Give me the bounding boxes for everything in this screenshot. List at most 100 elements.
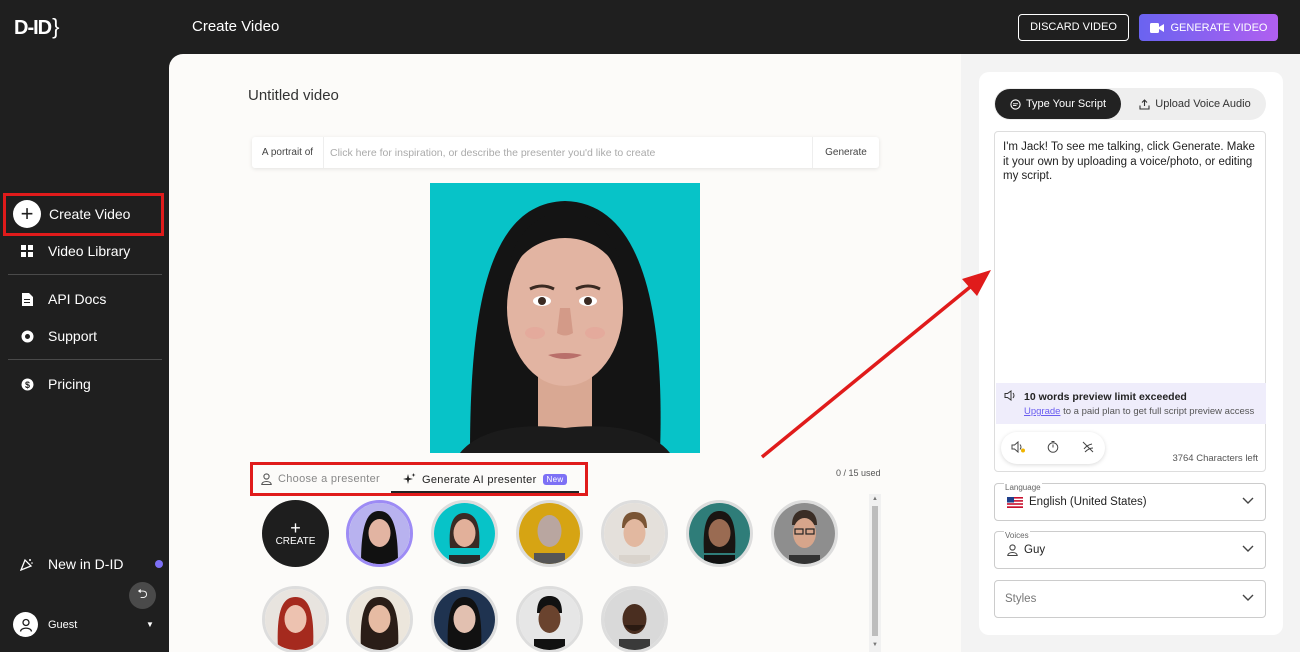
tab-type-your-script[interactable]: Type Your Script bbox=[995, 89, 1121, 119]
sidebar-item-api-docs[interactable]: API Docs bbox=[20, 291, 106, 307]
sidebar-item-label: Support bbox=[48, 328, 98, 344]
sidebar-item-create-video[interactable]: + Create Video bbox=[13, 200, 130, 228]
voice-label: Guy bbox=[1024, 544, 1046, 556]
video-title[interactable]: Untitled video bbox=[248, 87, 339, 104]
presenters-used-count: 0 / 15 used bbox=[836, 468, 881, 478]
language-label: English (United States) bbox=[1029, 496, 1147, 508]
user-avatar-icon bbox=[13, 612, 38, 637]
chat-bubble-icon bbox=[1010, 98, 1021, 110]
tab-label: Generate AI presenter bbox=[422, 473, 537, 486]
script-text[interactable]: I'm Jack! To see me talking, click Gener… bbox=[1003, 140, 1261, 184]
presenter-avatar[interactable] bbox=[431, 500, 498, 567]
presenter-avatar[interactable] bbox=[601, 586, 668, 652]
document-icon bbox=[20, 292, 34, 306]
plus-circle-icon: + bbox=[13, 200, 41, 228]
chevron-down-icon bbox=[1242, 594, 1254, 601]
sidebar-item-label: Video Library bbox=[48, 243, 131, 259]
share-icon[interactable]: ⮌ bbox=[129, 582, 156, 609]
characters-left: 3764 Characters left bbox=[1172, 453, 1258, 464]
new-indicator-dot bbox=[155, 560, 164, 568]
sparkle-icon bbox=[403, 473, 416, 484]
user-name: Guest bbox=[48, 618, 78, 631]
preview-limit-notice: 10 words preview limit exceeded Upgrade … bbox=[996, 383, 1266, 424]
person-icon bbox=[1007, 544, 1018, 556]
person-icon bbox=[261, 473, 272, 485]
presenter-avatar[interactable] bbox=[516, 586, 583, 652]
limit-description-text: to a paid plan to get full script previe… bbox=[1060, 406, 1255, 417]
pause-timer-icon[interactable] bbox=[1042, 440, 1064, 456]
scroll-up-icon[interactable]: ▲ bbox=[872, 496, 878, 502]
active-tab-underline bbox=[391, 491, 579, 493]
sidebar-item-label: Pricing bbox=[48, 376, 91, 392]
script-tools bbox=[1001, 432, 1105, 464]
sidebar-item-new-in-d-id[interactable]: New in D-ID bbox=[20, 556, 164, 572]
page-title: Create Video bbox=[192, 18, 280, 35]
us-flag-icon bbox=[1007, 496, 1023, 508]
script-textarea[interactable]: I'm Jack! To see me talking, click Gener… bbox=[994, 131, 1266, 472]
tab-generate-ai-presenter[interactable]: Generate AI presenter New bbox=[403, 473, 568, 486]
sidebar-item-video-library[interactable]: Video Library bbox=[20, 243, 130, 259]
dropdown-label: Language bbox=[1004, 483, 1042, 492]
sidebar-item-label: API Docs bbox=[48, 291, 107, 307]
styles-dropdown[interactable]: Styles bbox=[994, 580, 1266, 618]
generate-video-button[interactable]: GENERATE VIDEO bbox=[1139, 14, 1278, 41]
voices-dropdown[interactable]: Voices Guy bbox=[994, 531, 1266, 569]
sidebar-item-support[interactable]: Support bbox=[20, 328, 97, 344]
presenter-description-input[interactable] bbox=[324, 137, 812, 168]
new-badge: New bbox=[542, 474, 568, 485]
dropdown-label: Voices bbox=[1004, 531, 1030, 540]
discard-video-button[interactable]: DISCARD VIDEO bbox=[1018, 14, 1129, 41]
presenter-list-scrollbar[interactable]: ▲ ▼ bbox=[869, 494, 881, 652]
voice-value: Guy bbox=[1007, 544, 1045, 556]
chevron-down-icon bbox=[1242, 545, 1254, 552]
presenter-avatar[interactable] bbox=[516, 500, 583, 567]
presenter-portrait bbox=[430, 183, 700, 453]
d-id-logo[interactable]: D-ID} bbox=[14, 14, 60, 40]
presenter-avatar[interactable] bbox=[431, 586, 498, 652]
upload-icon bbox=[1139, 98, 1150, 110]
scrollbar-thumb[interactable] bbox=[872, 506, 878, 636]
prompt-prefix-label: A portrait of bbox=[252, 137, 324, 168]
lifebuoy-icon bbox=[20, 329, 34, 343]
dollar-icon: $ bbox=[20, 377, 34, 391]
voice-preview-icon[interactable] bbox=[1007, 440, 1029, 456]
presenter-prompt-bar: A portrait of Generate bbox=[252, 137, 879, 168]
chevron-down-icon bbox=[1242, 497, 1254, 504]
top-bar: D-ID} Create Video DISCARD VIDEO GENERAT… bbox=[0, 0, 1300, 54]
scroll-down-icon[interactable]: ▼ bbox=[872, 642, 878, 648]
presenter-avatar[interactable] bbox=[346, 500, 413, 567]
sidebar-item-label: New in D-ID bbox=[48, 556, 124, 572]
create-presenter-button[interactable]: + CREATE bbox=[262, 500, 329, 567]
generate-video-label: GENERATE VIDEO bbox=[1170, 21, 1268, 34]
tab-label: Choose a presenter bbox=[278, 473, 381, 485]
limit-title: 10 words preview limit exceeded bbox=[1024, 391, 1187, 403]
presenter-avatar[interactable] bbox=[601, 500, 668, 567]
presenter-avatar[interactable] bbox=[262, 586, 329, 652]
emotion-icon[interactable] bbox=[1077, 441, 1099, 456]
svg-text:$: $ bbox=[24, 380, 29, 390]
speaker-icon bbox=[1004, 390, 1017, 404]
grid-icon bbox=[20, 244, 34, 258]
presenter-avatar[interactable] bbox=[771, 500, 838, 567]
language-value: English (United States) bbox=[1007, 496, 1147, 508]
sidebar-divider bbox=[8, 274, 162, 275]
caret-down-icon[interactable]: ▼ bbox=[146, 620, 154, 629]
upgrade-link[interactable]: Upgrade bbox=[1024, 406, 1060, 417]
create-label: CREATE bbox=[275, 536, 316, 547]
language-dropdown[interactable]: Language English (United States) bbox=[994, 483, 1266, 521]
tab-label: Upload Voice Audio bbox=[1155, 98, 1251, 110]
sidebar-item-pricing[interactable]: $ Pricing bbox=[20, 376, 91, 392]
tab-upload-voice-audio[interactable]: Upload Voice Audio bbox=[1130, 89, 1260, 119]
user-menu[interactable]: Guest bbox=[13, 612, 77, 637]
presenter-avatar[interactable] bbox=[346, 586, 413, 652]
styles-placeholder: Styles bbox=[1005, 593, 1037, 605]
video-camera-icon bbox=[1149, 22, 1164, 33]
presenter-avatar[interactable] bbox=[686, 500, 753, 567]
plus-icon: + bbox=[290, 518, 301, 538]
sidebar-item-label: Create Video bbox=[49, 206, 131, 222]
tab-choose-presenter[interactable]: Choose a presenter bbox=[261, 473, 380, 485]
sidebar-divider bbox=[8, 359, 162, 360]
party-popper-icon bbox=[20, 557, 34, 571]
tab-label: Type Your Script bbox=[1025, 98, 1107, 110]
prompt-generate-button[interactable]: Generate bbox=[812, 137, 879, 168]
